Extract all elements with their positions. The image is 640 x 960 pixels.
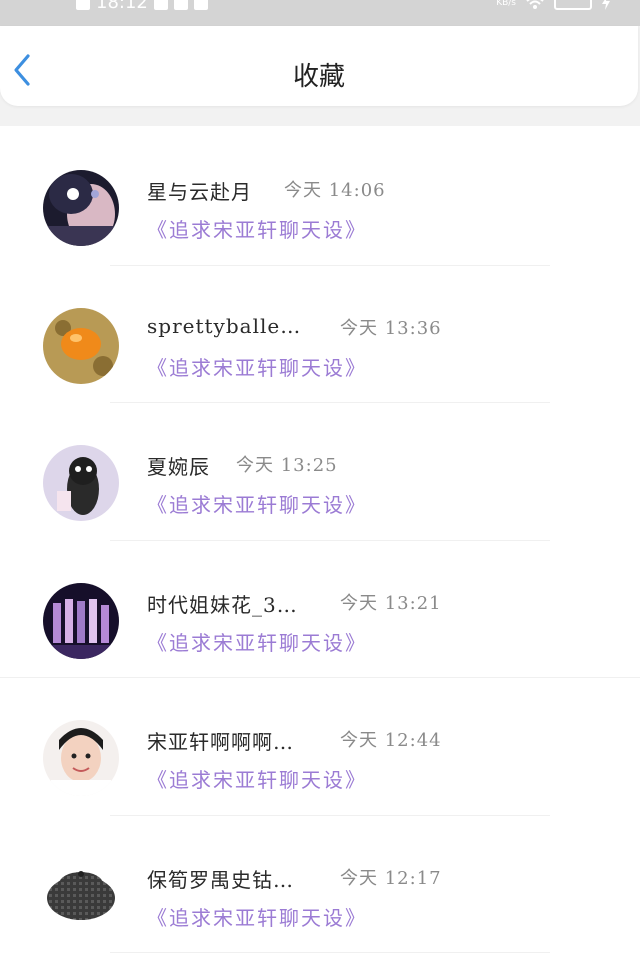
timestamp: 今天 13:21 xyxy=(340,592,442,614)
status-bar: 18:12 KB/s xyxy=(0,0,640,26)
list-item[interactable]: sprettyballe… 今天 13:36 《追求宋亚轩聊天设》 xyxy=(0,266,640,403)
avatar-image xyxy=(43,445,119,521)
divider xyxy=(110,952,550,953)
timestamp: 今天 12:17 xyxy=(340,867,442,889)
timestamp: 今天 14:06 xyxy=(284,180,386,201)
status-left: 18:12 xyxy=(76,0,208,13)
nav-header: 收藏 xyxy=(0,26,638,106)
avatar[interactable] xyxy=(43,582,119,659)
status-time: 18:12 xyxy=(96,0,148,13)
story-link[interactable]: 《追求宋亚轩聊天设》 xyxy=(147,764,367,793)
avatar-image xyxy=(43,582,119,659)
list-item[interactable]: 星与云赴月 今天 14:06 《追求宋亚轩聊天设》 xyxy=(0,128,640,266)
avatar[interactable] xyxy=(43,170,119,246)
story-link[interactable]: 《追求宋亚轩聊天设》 xyxy=(147,214,367,243)
story-link[interactable]: 《追求宋亚轩聊天设》 xyxy=(147,352,367,381)
list-item[interactable]: 夏婉辰 今天 13:25 《追求宋亚轩聊天设》 xyxy=(0,403,640,541)
avatar[interactable] xyxy=(43,307,119,384)
list-item[interactable]: 宋亚轩啊啊啊… 今天 12:44 《追求宋亚轩聊天设》 xyxy=(0,678,640,816)
page-title: 收藏 xyxy=(292,62,345,92)
user-name: 宋亚轩啊啊啊… xyxy=(147,730,294,754)
list-item[interactable]: 时代姐妹花_3… 今天 13:21 《追求宋亚轩聊天设》 xyxy=(0,541,640,678)
user-name: 星与云赴月 xyxy=(147,180,252,204)
favorites-list: 星与云赴月 今天 14:06 《追求宋亚轩聊天设》 sprettyballe… … xyxy=(0,128,640,953)
wifi-icon xyxy=(526,0,544,9)
signal-icon xyxy=(76,0,90,10)
story-link[interactable]: 《追求宋亚轩聊天设》 xyxy=(147,489,367,518)
avatar[interactable] xyxy=(43,857,119,934)
timestamp: 今天 12:44 xyxy=(340,730,442,751)
timestamp: 今天 13:25 xyxy=(236,455,338,476)
charging-icon xyxy=(602,0,610,10)
avatar-image xyxy=(43,307,119,384)
user-name: 时代姐妹花_3… xyxy=(147,592,298,617)
avatar-image xyxy=(43,857,119,934)
avatar[interactable] xyxy=(43,445,119,521)
battery-icon xyxy=(554,0,592,10)
story-link[interactable]: 《追求宋亚轩聊天设》 xyxy=(147,627,367,656)
avatar[interactable] xyxy=(43,720,119,796)
user-name: 夏婉辰 xyxy=(147,455,210,479)
list-item[interactable]: 保筍罗禺史钴… 今天 12:17 《追求宋亚轩聊天设》 xyxy=(0,816,640,953)
user-name: sprettyballe… xyxy=(147,313,302,338)
notification-icon xyxy=(153,0,168,10)
notification-icon xyxy=(193,0,208,10)
avatar-image xyxy=(43,170,119,246)
timestamp: 今天 13:36 xyxy=(340,317,442,339)
avatar-image xyxy=(43,720,119,796)
user-name: 保筍罗禺史钴… xyxy=(147,867,294,892)
notification-icon xyxy=(173,0,188,10)
network-speed: KB/s xyxy=(496,0,516,8)
status-right: KB/s xyxy=(496,0,610,10)
story-link[interactable]: 《追求宋亚轩聊天设》 xyxy=(147,902,367,931)
